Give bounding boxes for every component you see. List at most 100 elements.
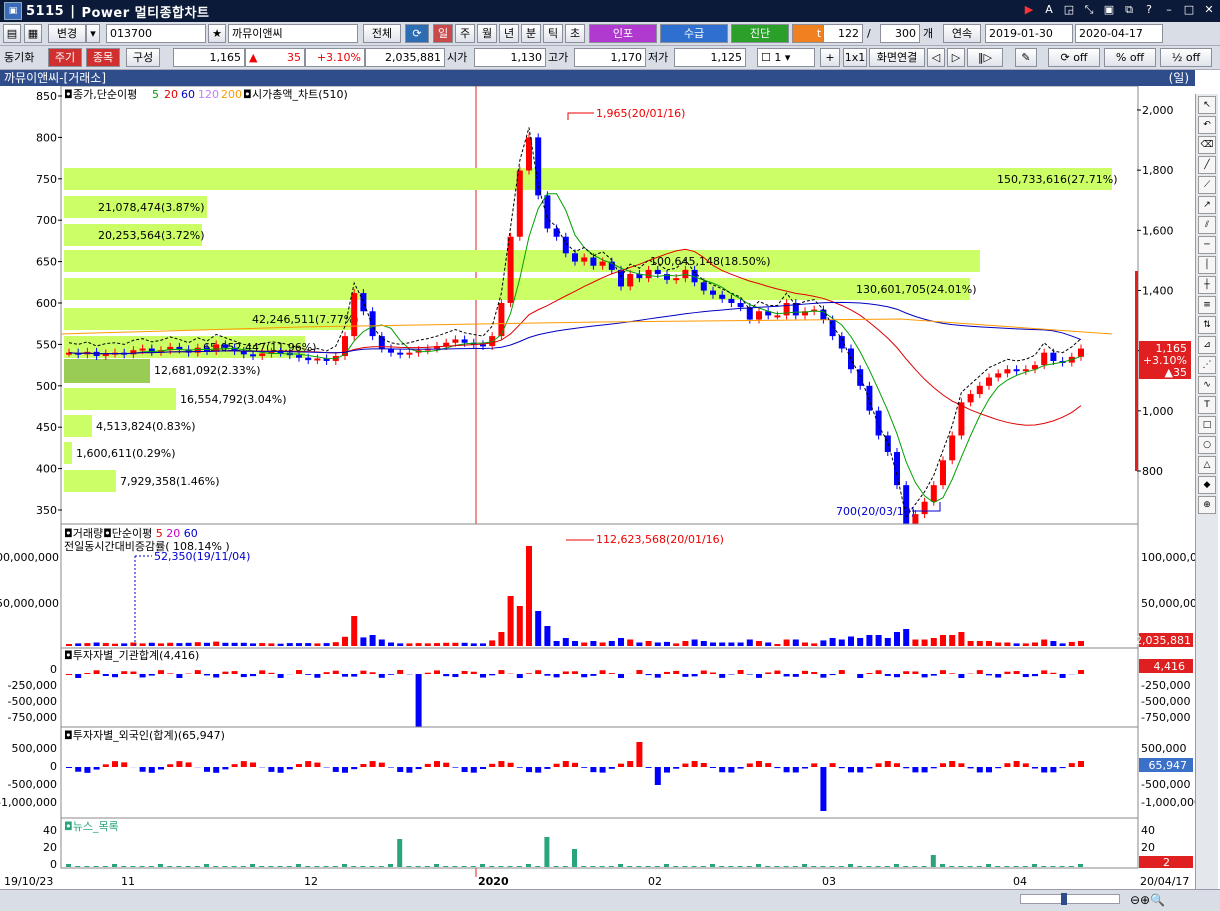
info-button[interactable]: 인포 xyxy=(589,24,657,43)
ellipse-icon[interactable]: ○ xyxy=(1198,436,1216,454)
volume-tick-1: 100,000,000 xyxy=(0,551,59,564)
stock-code-input[interactable]: 013700 xyxy=(106,24,206,43)
foreign-bar xyxy=(176,761,183,767)
toggle-1[interactable]: ⟳ off xyxy=(1048,48,1100,67)
fib-icon[interactable]: ≡ xyxy=(1198,296,1216,314)
triangle-icon[interactable]: △ xyxy=(1198,456,1216,474)
pen-icon[interactable]: ✎ xyxy=(1015,48,1037,67)
ray-icon[interactable]: ↗ xyxy=(1198,196,1216,214)
institution-bar xyxy=(231,671,238,674)
toggle-2[interactable]: % off xyxy=(1104,48,1156,67)
zoom-handle[interactable] xyxy=(1061,893,1067,905)
cross-icon[interactable]: ┼ xyxy=(1198,276,1216,294)
eraser-icon[interactable]: ⌫ xyxy=(1198,136,1216,154)
volume-bar xyxy=(470,643,477,646)
foreign-bar xyxy=(562,761,569,767)
page-select[interactable]: ☐ 1 ▾ xyxy=(757,48,815,67)
text-icon[interactable]: T xyxy=(1198,396,1216,414)
price-panel[interactable] xyxy=(60,86,1139,525)
refresh-icon[interactable]: ⟳ xyxy=(405,24,429,43)
screen-link-button[interactable]: 화면연결 xyxy=(869,48,925,67)
volume-bar xyxy=(875,635,882,646)
institution-bar xyxy=(866,673,873,674)
save-icon[interactable]: ▦ xyxy=(24,24,42,43)
period-year[interactable]: 년 xyxy=(499,24,519,43)
grid-icon[interactable]: ▤ xyxy=(3,24,21,43)
max-count-input[interactable]: 300 xyxy=(880,24,920,43)
page-checkbox-icon[interactable]: ☐ xyxy=(761,51,774,64)
layout-icon[interactable]: ▣ xyxy=(1102,3,1116,17)
maximize-icon[interactable]: □ xyxy=(1182,3,1196,17)
volume-bar xyxy=(75,643,82,646)
institution-panel[interactable] xyxy=(60,647,1139,728)
favorite-icon[interactable]: ★ xyxy=(208,24,226,43)
restore-icon[interactable]: ⧉ xyxy=(1122,3,1136,17)
count-input[interactable]: 122 xyxy=(823,24,863,43)
period-second[interactable]: 초 xyxy=(565,24,585,43)
continuous-button[interactable]: 연속 xyxy=(943,24,981,43)
hline-icon[interactable]: ─ xyxy=(1198,236,1216,254)
change-button[interactable]: 변경 xyxy=(48,24,86,43)
capture-icon[interactable]: ◲ xyxy=(1062,3,1076,17)
stock-name-field[interactable]: 까뮤이앤씨 xyxy=(228,24,358,43)
gann-icon[interactable]: ⊿ xyxy=(1198,336,1216,354)
close-icon[interactable]: ✕ xyxy=(1202,3,1216,17)
rect-icon[interactable]: □ xyxy=(1198,416,1216,434)
supply-button[interactable]: 수급 xyxy=(660,24,728,43)
all-button[interactable]: 전체 xyxy=(363,24,401,43)
news-bar xyxy=(185,866,191,867)
compose-button[interactable]: 구성 xyxy=(126,48,160,67)
line-icon[interactable]: ╱ xyxy=(1198,156,1216,174)
marker-icon[interactable]: ◆ xyxy=(1198,476,1216,494)
period-minute[interactable]: 분 xyxy=(521,24,541,43)
add-icon[interactable]: + xyxy=(820,48,840,67)
news-bar xyxy=(507,866,513,867)
stock-button[interactable]: 종목 xyxy=(86,48,120,67)
foreign-tick-r: -500,000 xyxy=(1141,778,1190,791)
news-bar xyxy=(756,864,761,867)
layout-button[interactable]: 1x1 xyxy=(843,48,867,67)
zoom-slider[interactable] xyxy=(1020,893,1120,905)
period-button[interactable]: 주기 xyxy=(48,48,82,67)
chart-canvas[interactable]: 150,733,616(27.71%) 21,078,474(3.87%) 20,2… xyxy=(0,86,1195,901)
candle-body xyxy=(342,336,348,356)
next-icon[interactable]: ▷ xyxy=(947,48,965,67)
high-value: 1,170 xyxy=(574,48,646,67)
change-dropdown-icon[interactable]: ▾ xyxy=(86,24,100,43)
prev-icon[interactable]: ◁ xyxy=(927,48,945,67)
alert-icon[interactable]: ▶ xyxy=(1022,3,1036,17)
period-tick[interactable]: 틱 xyxy=(543,24,563,43)
foreign-bar xyxy=(277,767,284,773)
institution-bar xyxy=(811,671,818,674)
vline-icon[interactable]: │ xyxy=(1198,256,1216,274)
undo-icon[interactable]: ↶ xyxy=(1198,116,1216,134)
news-bar xyxy=(397,839,403,867)
arrow-icon[interactable]: ⇅ xyxy=(1198,316,1216,334)
volume-bar xyxy=(507,596,514,646)
help-icon[interactable]: ? xyxy=(1142,3,1156,17)
institution-bar xyxy=(314,674,321,678)
channel-icon[interactable]: ⫽ xyxy=(1198,216,1216,234)
period-month[interactable]: 월 xyxy=(477,24,497,43)
minimize-icon[interactable]: – xyxy=(1162,3,1176,17)
zoom-controls-icon[interactable]: ⊖⊕🔍 xyxy=(1130,893,1165,907)
fan-icon[interactable]: ⋰ xyxy=(1198,356,1216,374)
period-day[interactable]: 일 xyxy=(433,24,453,43)
date-to-field[interactable]: 2020-04-17 xyxy=(1075,24,1163,43)
diagnosis-button[interactable]: 진단 xyxy=(731,24,789,43)
zoom-icon[interactable]: ⊕ xyxy=(1198,496,1216,514)
font-icon[interactable]: A xyxy=(1042,3,1056,17)
foreign-bar xyxy=(728,767,735,773)
date-from-field[interactable]: 2019-01-30 xyxy=(985,24,1073,43)
cursor-icon[interactable]: ↖ xyxy=(1198,96,1216,114)
news-panel[interactable] xyxy=(60,817,1139,869)
trend-icon[interactable]: ⟋ xyxy=(1198,176,1216,194)
play-icon[interactable]: ‖▷ xyxy=(967,48,1003,67)
toggle-3[interactable]: ½ off xyxy=(1160,48,1212,67)
resize-icon[interactable]: ⤡ xyxy=(1082,3,1096,17)
cycle-icon[interactable]: ∿ xyxy=(1198,376,1216,394)
period-week[interactable]: 주 xyxy=(455,24,475,43)
foreign-bar xyxy=(1013,761,1020,767)
news-bar xyxy=(976,866,982,867)
institution-bar xyxy=(884,674,891,676)
